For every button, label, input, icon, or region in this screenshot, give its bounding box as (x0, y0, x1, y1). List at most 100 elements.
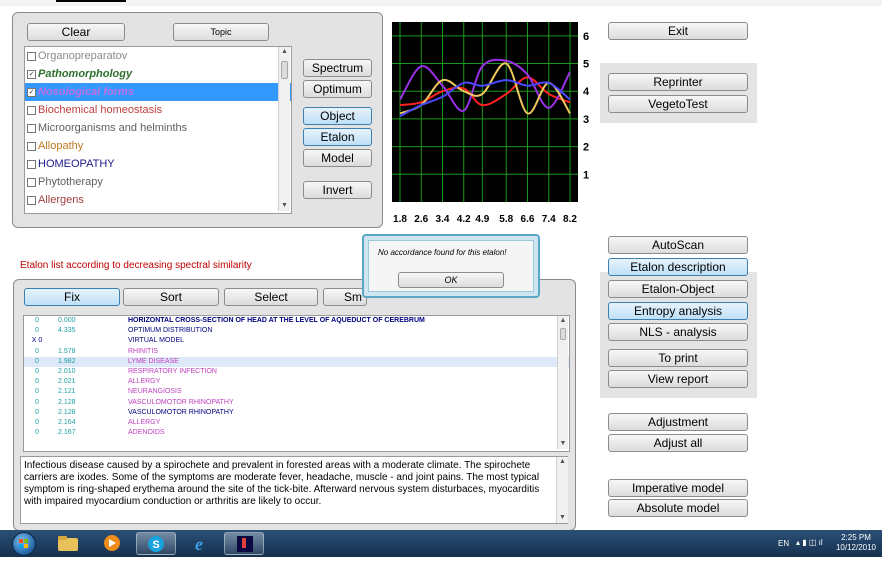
x-tick-label: 3.4 (436, 214, 450, 225)
table-cell: 0 (35, 388, 39, 396)
view-report-button[interactable]: View report (608, 370, 748, 388)
exit-button[interactable]: Exit (608, 22, 748, 40)
model-button[interactable]: Model (303, 149, 372, 167)
tray-language[interactable]: EN (778, 539, 789, 548)
absolute-model-button[interactable]: Absolute model (608, 499, 748, 517)
table-cell: ADENOIDS (128, 429, 165, 437)
table-row[interactable]: 0 2.010 RESPIRATORY INFECTION (24, 367, 569, 377)
topics-scrollbar[interactable]: ▲ ▼ (278, 47, 290, 211)
scroll-up-icon[interactable]: ▲ (558, 316, 568, 326)
taskbar-app-window[interactable] (224, 532, 264, 555)
description-scrollbar[interactable]: ▲ ▼ (556, 457, 568, 523)
optimum-button[interactable]: Optimum (303, 80, 372, 98)
checkbox-icon[interactable] (27, 51, 36, 61)
object-button[interactable]: Object (303, 107, 372, 125)
scroll-thumb[interactable] (560, 328, 566, 340)
table-row[interactable]: 0 4.335 OPTIMUM DISTRIBUTION (24, 326, 569, 336)
nls-analysis-button[interactable]: NLS - analysis (608, 323, 748, 341)
x-tick-label: 4.2 (457, 214, 471, 225)
topic-item[interactable]: FOOD (25, 209, 291, 215)
table-row[interactable]: X 0 VIRTUAL MODEL (24, 336, 569, 346)
fix-button[interactable]: Fix (24, 288, 120, 306)
table-row[interactable]: 0 2.121 NEURANGIOSIS (24, 387, 569, 397)
etalon-button[interactable]: Etalon (303, 128, 372, 146)
skype-icon: S (148, 536, 164, 552)
topics-list[interactable]: Organopreparatov ✓ Pathomorphology ✓ Nosolog… (24, 46, 292, 214)
scroll-thumb[interactable] (281, 61, 288, 79)
checkbox-icon[interactable] (27, 214, 36, 215)
table-cell: RHINITIS (128, 347, 158, 355)
topic-item[interactable]: Allopathy (25, 137, 291, 155)
table-row[interactable]: 0 2.128 VASCULOMOTOR RHINOPATHY (24, 398, 569, 408)
topic-item[interactable]: Phytotherapy (25, 173, 291, 191)
scroll-down-icon[interactable]: ▼ (279, 201, 290, 211)
taskbar: S e EN ▴ ▮ ◫ ıl 2:25 PM 10/12/2010 (0, 530, 882, 557)
adjustment-button[interactable]: Adjustment (608, 413, 748, 431)
svg-text:S: S (152, 539, 159, 551)
checkbox-icon[interactable] (27, 141, 36, 151)
table-row[interactable]: 0 1.982 LYME DISEASE (24, 356, 569, 367)
y-tick-label: 4 (583, 86, 590, 98)
scroll-down-icon[interactable]: ▼ (557, 513, 568, 523)
table-cell: 0 (35, 429, 39, 437)
x-tick-label: 8.2 (563, 214, 577, 225)
topic-item[interactable]: Biochemical homeostasis (25, 101, 291, 119)
scroll-up-icon[interactable]: ▲ (279, 47, 290, 57)
taskbar-internet-explorer[interactable]: e (180, 532, 220, 555)
adjust-all-button[interactable]: Adjust all (608, 434, 748, 452)
results-table[interactable]: 0 0.000 HORIZONTAL CROSS-SECTION OF HEAD A… (23, 315, 570, 452)
header-underline (56, 0, 126, 2)
topic-item[interactable]: HOMEOPATHY (25, 155, 291, 173)
sort-button[interactable]: Sort (123, 288, 219, 306)
smooth-button[interactable]: Sm (323, 288, 367, 306)
y-tick-label: 2 (583, 142, 589, 154)
scroll-down-icon[interactable]: ▼ (558, 439, 568, 449)
topic-item[interactable]: Allergens (25, 191, 291, 209)
checkbox-icon[interactable] (27, 159, 36, 169)
to-print-button[interactable]: To print (608, 349, 748, 367)
x-tick-label: 2.6 (414, 214, 428, 225)
tray-icons[interactable]: ▴ ▮ ◫ ıl (796, 538, 823, 547)
x-tick-label: 4.9 (475, 214, 489, 225)
taskbar-skype[interactable]: S (136, 532, 176, 555)
table-row[interactable]: 0 2.128 VASCULOMOTOR RHINOPATHY (24, 408, 569, 418)
invert-button[interactable]: Invert (303, 181, 372, 199)
checkbox-icon[interactable] (27, 195, 36, 205)
spectrum-button[interactable]: Spectrum (303, 59, 372, 77)
start-orb-icon[interactable] (12, 532, 36, 556)
topic-button[interactable]: Topic (173, 23, 269, 41)
topic-item[interactable]: Microorganisms and helminths (25, 119, 291, 137)
scroll-up-icon[interactable]: ▲ (557, 457, 568, 467)
table-row[interactable]: 0 2.021 ALLERGY (24, 377, 569, 387)
etalon-object-button[interactable]: Etalon-Object (608, 280, 748, 298)
reprinter-button[interactable]: Reprinter (608, 73, 748, 91)
etalon-description-button[interactable]: Etalon description (608, 258, 748, 276)
topic-item[interactable]: Organopreparatov (25, 47, 291, 65)
checkbox-icon[interactable] (27, 123, 36, 133)
table-cell: HORIZONTAL CROSS-SECTION OF HEAD AT THE … (128, 317, 425, 324)
vegetotest-button[interactable]: VegetoTest (608, 95, 748, 113)
results-scrollbar[interactable]: ▲ ▼ (557, 316, 568, 449)
ok-button[interactable]: OK (398, 272, 504, 288)
table-row[interactable]: 0 2.164 ALLERGY (24, 418, 569, 428)
topic-item-label: Organopreparatov (38, 50, 128, 62)
topic-item[interactable]: ✓ Nosological forms (25, 83, 291, 101)
taskbar-file-explorer[interactable] (48, 532, 88, 555)
tray-clock[interactable]: 2:25 PM 10/12/2010 (836, 533, 876, 553)
table-row[interactable]: 0 1.578 RHINITIS (24, 347, 569, 357)
autoscan-button[interactable]: AutoScan (608, 236, 748, 254)
table-row[interactable]: 0 2.167 ADENOIDS (24, 428, 569, 438)
internet-explorer-icon: e (195, 534, 203, 554)
select-button[interactable]: Select (224, 288, 318, 306)
imperative-model-button[interactable]: Imperative model (608, 479, 748, 497)
checkbox-checked-icon[interactable]: ✓ (27, 87, 36, 97)
table-row[interactable]: 0 0.000 HORIZONTAL CROSS-SECTION OF HEAD A… (24, 316, 569, 326)
checkbox-checked-icon[interactable]: ✓ (27, 69, 36, 79)
checkbox-icon[interactable] (27, 105, 36, 115)
clear-button[interactable]: Clear (27, 23, 125, 41)
entropy-analysis-button[interactable]: Entropy analysis (608, 302, 748, 320)
topic-item[interactable]: ✓ Pathomorphology (25, 65, 291, 83)
checkbox-icon[interactable] (27, 177, 36, 187)
taskbar-media-player[interactable] (92, 532, 132, 555)
table-cell: OPTIMUM DISTRIBUTION (128, 327, 213, 335)
